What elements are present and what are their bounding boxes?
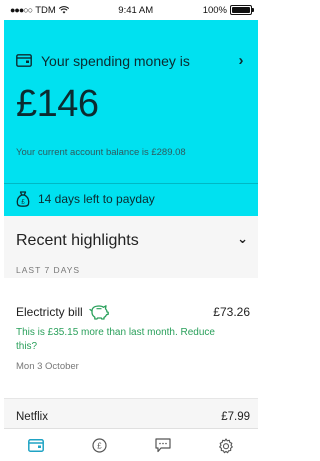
highlights-title: Recent highlights	[16, 232, 139, 249]
list-item[interactable]: Netflix £7.99	[4, 398, 258, 429]
card-divider	[4, 183, 258, 184]
chevron-right-icon[interactable]: ›	[234, 52, 248, 69]
list-item-note[interactable]: This is £35.15 more than last month. Red…	[16, 326, 236, 354]
tab-settings[interactable]	[206, 432, 246, 460]
wifi-icon	[58, 6, 69, 14]
wallet-icon	[27, 439, 44, 452]
list-item[interactable]: Electricty bill £73.26 This is £35.15 mo…	[4, 290, 258, 388]
battery-icon	[230, 5, 254, 15]
list-item-date: Mon 3 October	[16, 361, 79, 372]
tab-bar: £	[4, 428, 258, 461]
status-time: 9:41 AM	[118, 4, 154, 16]
wallet-icon	[16, 54, 32, 67]
tab-chat[interactable]	[143, 432, 183, 460]
spending-header[interactable]: Your spending money is ›	[16, 52, 248, 69]
account-balance: Your current account balance is £289.08	[16, 147, 186, 158]
spending-card[interactable]: Your spending money is › £146 Your curre…	[4, 20, 258, 216]
highlights-header[interactable]: Recent highlights ⌄ LAST 7 DAYS	[4, 216, 258, 278]
status-left: ●●●○○ TDM	[10, 5, 69, 16]
payday-row: £ 14 days left to payday	[16, 191, 155, 207]
pound-coin-icon: £	[92, 438, 107, 453]
spending-amount: £146	[16, 83, 99, 125]
list-item-amount: £7.99	[221, 411, 250, 423]
svg-text:£: £	[97, 442, 102, 451]
battery-percent: 100%	[202, 4, 227, 16]
piggy-bank-icon	[89, 305, 109, 320]
spending-title: Your spending money is	[41, 52, 190, 69]
tab-wallet[interactable]	[16, 432, 56, 460]
list-item-amount: £73.26	[213, 305, 250, 319]
tab-money[interactable]: £	[79, 432, 119, 460]
status-right: 100%	[202, 4, 254, 16]
chat-icon	[155, 438, 171, 453]
payday-text: 14 days left to payday	[38, 192, 155, 206]
svg-text:£: £	[21, 198, 25, 205]
list-item-name-row: Electricty bill	[16, 304, 109, 320]
app-screen: ●●●○○ TDM 9:41 AM 100% Your spending mon…	[4, 0, 258, 461]
chevron-down-icon[interactable]: ⌄	[237, 231, 248, 247]
carrier-label: TDM	[35, 4, 56, 16]
signal-icon: ●●●○○	[10, 5, 33, 15]
settings-icon	[219, 437, 234, 453]
list-item-name: Electricty bill	[16, 305, 83, 319]
money-bag-icon: £	[16, 191, 30, 207]
list-item-name: Netflix	[16, 411, 48, 423]
highlights-period: LAST 7 DAYS	[16, 265, 81, 275]
status-bar: ●●●○○ TDM 9:41 AM 100%	[4, 0, 258, 20]
